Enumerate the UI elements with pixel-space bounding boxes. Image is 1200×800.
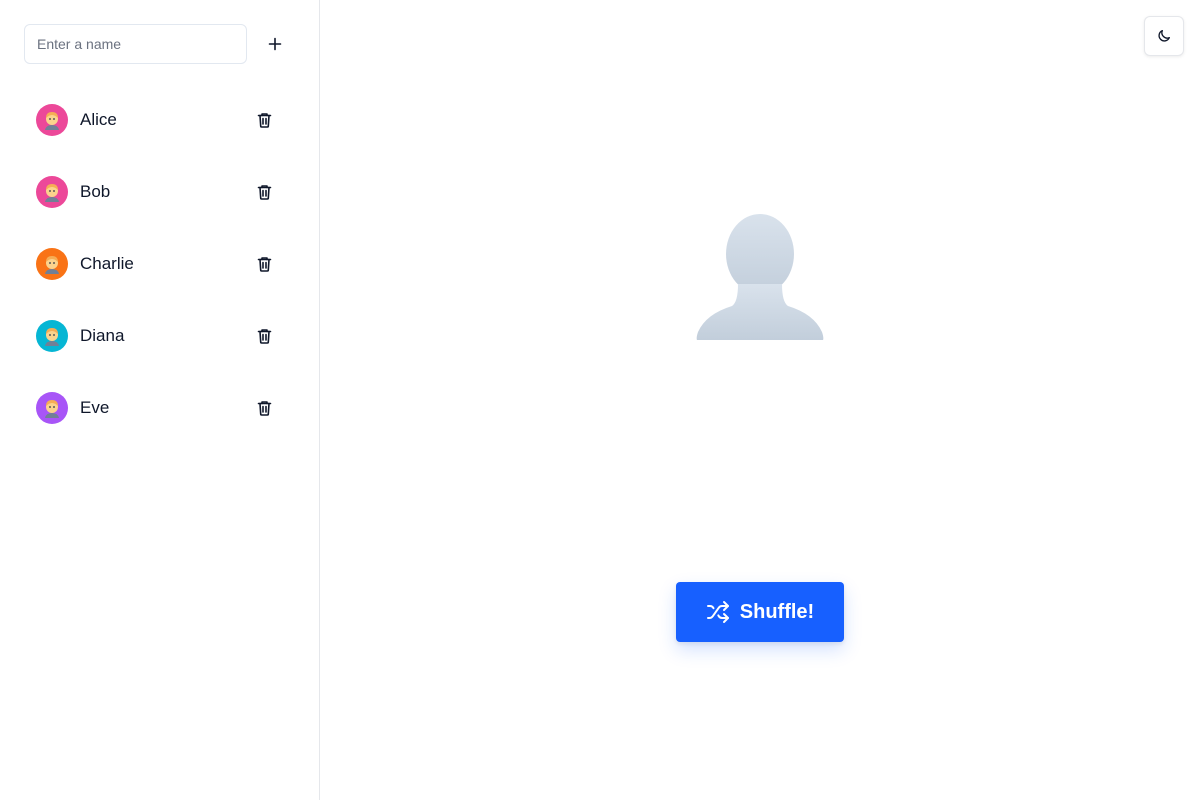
people-list: Alice Bob Charlie Diana Eve [24, 96, 296, 456]
delete-person-button[interactable] [252, 252, 276, 276]
person-name: Charlie [80, 254, 134, 273]
shuffle-label: Shuffle! [739, 600, 815, 623]
avatar [36, 320, 68, 352]
shuffle-button[interactable]: Shuffle! [676, 582, 844, 642]
person-item: Alice [24, 96, 296, 144]
person-emoji-icon [45, 256, 59, 274]
name-input[interactable] [24, 24, 247, 64]
shuffle-icon [706, 601, 729, 623]
delete-person-button[interactable] [252, 396, 276, 420]
avatar [36, 176, 68, 208]
trash-icon [257, 329, 271, 344]
person-emoji-icon [45, 184, 59, 202]
delete-person-button[interactable] [252, 324, 276, 348]
person-item: Diana [24, 312, 296, 360]
person-name: Diana [80, 326, 125, 345]
avatar [36, 248, 68, 280]
person-name: Alice [80, 110, 117, 129]
delete-person-button[interactable] [252, 108, 276, 132]
theme-toggle-button[interactable] [1144, 16, 1184, 56]
person-emoji-icon [45, 328, 59, 346]
sidebar: Alice Bob Charlie Diana Eve [0, 0, 320, 800]
app: Alice Bob Charlie Diana Eve Shuffle! [0, 0, 1200, 800]
plus-icon [268, 37, 282, 51]
person-name: Bob [80, 182, 111, 201]
person-item: Bob [24, 168, 296, 216]
add-person-button[interactable] [259, 24, 291, 64]
trash-icon [257, 401, 271, 416]
avatar [36, 104, 68, 136]
person-item: Eve [24, 384, 296, 432]
placeholder-avatar-icon [696, 214, 824, 340]
person-emoji-icon [45, 400, 59, 418]
moon-icon [1158, 30, 1170, 42]
person-item: Charlie [24, 240, 296, 288]
person-name: Eve [80, 398, 110, 417]
delete-person-button[interactable] [252, 180, 276, 204]
person-emoji-icon [45, 112, 59, 130]
trash-icon [257, 113, 271, 128]
add-person-form [24, 24, 296, 64]
avatar [36, 392, 68, 424]
trash-icon [257, 257, 271, 272]
trash-icon [257, 185, 271, 200]
